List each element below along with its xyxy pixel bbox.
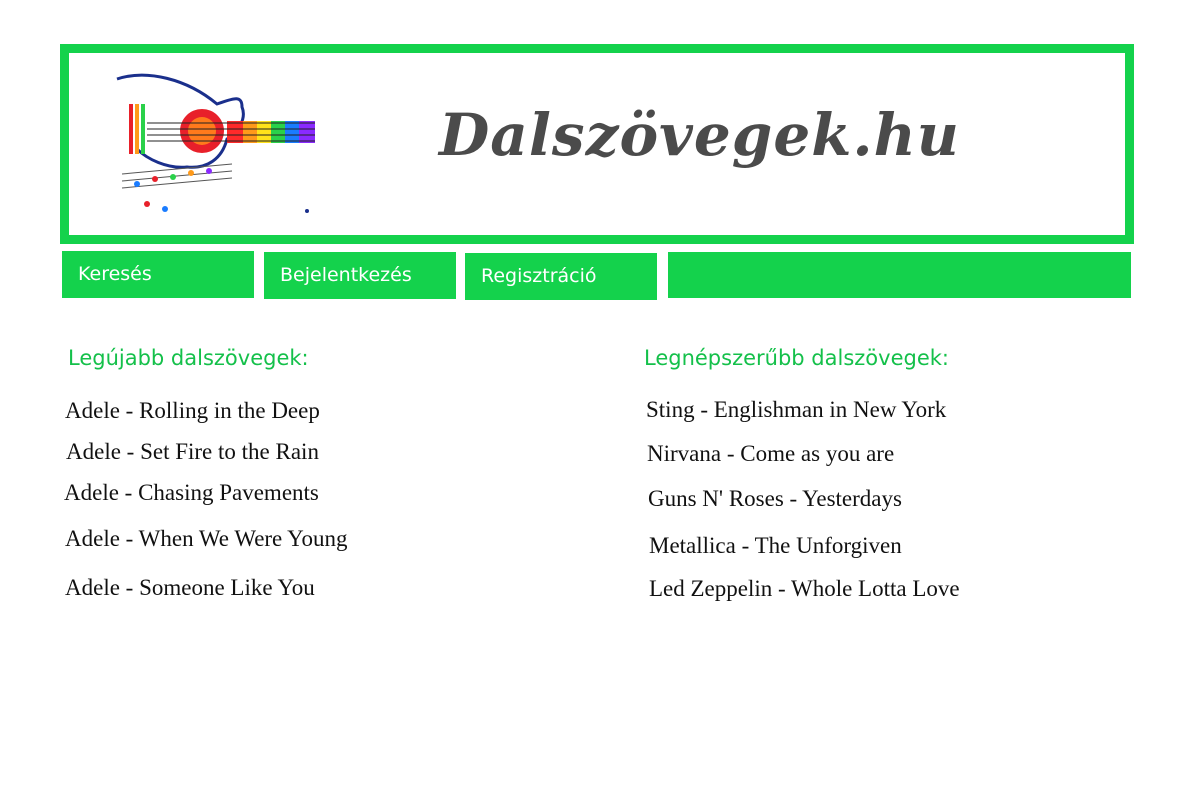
site-title[interactable]: Dalszövegek.hu (439, 101, 960, 169)
latest-song-link[interactable]: Adele - Chasing Pavements (64, 480, 319, 506)
latest-song-link[interactable]: Adele - Set Fire to the Rain (66, 439, 319, 465)
nav-bar-filler (668, 252, 1131, 298)
popular-song-link[interactable]: Led Zeppelin - Whole Lotta Love (649, 576, 960, 602)
popular-song-link[interactable]: Nirvana - Come as you are (647, 441, 894, 467)
latest-song-link[interactable]: Adele - Someone Like You (65, 575, 315, 601)
popular-song-link[interactable]: Guns N' Roses - Yesterdays (648, 486, 902, 512)
popular-lyrics-heading: Legnépszerűbb dalszövegek: (644, 346, 949, 370)
latest-song-link[interactable]: Adele - Rolling in the Deep (65, 398, 320, 424)
nav-register-button[interactable]: Regisztráció (465, 253, 657, 300)
latest-song-link[interactable]: Adele - When We Were Young (65, 526, 347, 552)
site-header: Dalszövegek.hu (60, 44, 1134, 244)
popular-song-link[interactable]: Metallica - The Unforgiven (649, 533, 902, 559)
latest-lyrics-heading: Legújabb dalszövegek: (68, 346, 309, 370)
guitar-logo-icon[interactable] (107, 59, 317, 224)
nav-login-button[interactable]: Bejelentkezés (264, 252, 456, 299)
popular-song-link[interactable]: Sting - Englishman in New York (646, 397, 946, 423)
nav-search-button[interactable]: Keresés (62, 251, 254, 298)
